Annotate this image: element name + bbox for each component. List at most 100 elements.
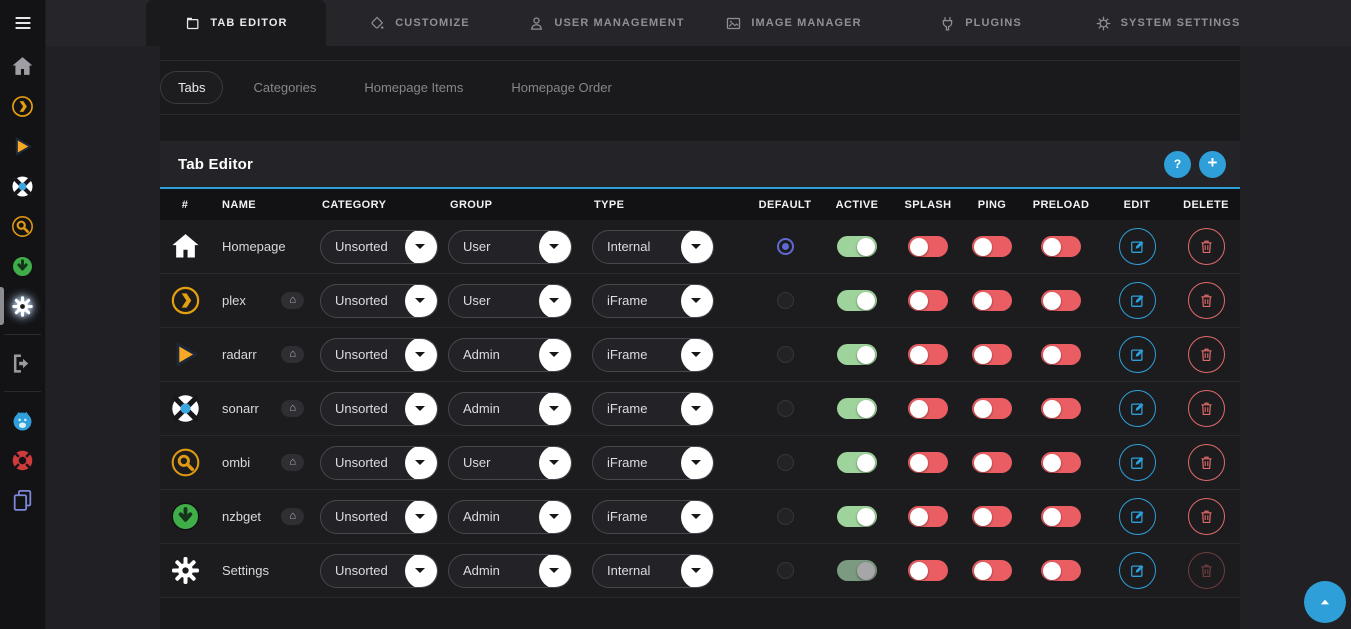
delete-button[interactable] [1188, 390, 1225, 427]
ping-toggle[interactable] [972, 344, 1012, 365]
edit-button[interactable] [1119, 390, 1156, 427]
group-select[interactable]: Admin [448, 392, 572, 426]
preload-toggle[interactable] [1041, 560, 1081, 581]
type-select[interactable]: Internal [592, 554, 714, 588]
delete-button[interactable] [1188, 282, 1225, 319]
column-header-num: # [160, 199, 210, 211]
category-select[interactable]: Unsorted [320, 446, 438, 480]
preload-toggle[interactable] [1041, 236, 1081, 257]
tab-image-manager[interactable]: IMAGE MANAGER [700, 0, 887, 46]
tab-customize[interactable]: CUSTOMIZE [326, 0, 513, 46]
scroll-top-button[interactable] [1304, 581, 1346, 623]
menu-button[interactable] [0, 0, 45, 46]
active-toggle[interactable] [837, 344, 877, 365]
splash-toggle[interactable] [908, 344, 948, 365]
subtab-homepage-items[interactable]: Homepage Items [346, 71, 481, 104]
sidebar-item-settings[interactable] [0, 286, 45, 326]
splash-toggle[interactable] [908, 236, 948, 257]
category-select[interactable]: Unsorted [320, 284, 438, 318]
edit-button[interactable] [1119, 228, 1156, 265]
help-button[interactable]: ? [1164, 151, 1191, 178]
preload-toggle[interactable] [1041, 344, 1081, 365]
preload-toggle[interactable] [1041, 452, 1081, 473]
ping-toggle[interactable] [972, 452, 1012, 473]
splash-toggle[interactable] [908, 290, 948, 311]
category-select[interactable]: Unsorted [320, 500, 438, 534]
sidebar-item-docs[interactable] [0, 480, 45, 520]
ping-toggle[interactable] [972, 236, 1012, 257]
edit-button[interactable] [1119, 282, 1156, 319]
type-select[interactable]: iFrame [592, 284, 714, 318]
splash-toggle[interactable] [908, 452, 948, 473]
category-select[interactable]: Unsorted [320, 392, 438, 426]
default-radio[interactable] [777, 508, 794, 525]
splash-toggle[interactable] [908, 398, 948, 419]
tab-user-management[interactable]: USER MANAGEMENT [513, 0, 700, 46]
sidebar-item-github[interactable] [0, 400, 45, 440]
delete-button[interactable] [1188, 228, 1225, 265]
active-toggle[interactable] [837, 398, 877, 419]
delete-button[interactable] [1188, 336, 1225, 373]
preload-toggle[interactable] [1041, 506, 1081, 527]
type-select[interactable]: iFrame [592, 446, 714, 480]
subtab-tabs[interactable]: Tabs [160, 71, 223, 104]
ping-toggle[interactable] [972, 290, 1012, 311]
type-select[interactable]: iFrame [592, 338, 714, 372]
caret-down-icon [539, 500, 572, 534]
group-select[interactable]: User [448, 446, 572, 480]
group-select[interactable]: Admin [448, 500, 572, 534]
group-select[interactable]: User [448, 284, 572, 318]
default-radio[interactable] [777, 292, 794, 309]
group-select[interactable]: User [448, 230, 572, 264]
tab-plugins[interactable]: PLUGINS [887, 0, 1074, 46]
delete-button[interactable] [1188, 498, 1225, 535]
splash-toggle[interactable] [908, 560, 948, 581]
edit-button[interactable] [1119, 444, 1156, 481]
sidebar-item-plex[interactable] [0, 86, 45, 126]
sidebar-item-ombi[interactable] [0, 206, 45, 246]
category-select[interactable]: Unsorted [320, 230, 438, 264]
caret-down-icon [539, 284, 572, 318]
preload-toggle[interactable] [1041, 290, 1081, 311]
edit-button[interactable] [1119, 336, 1156, 373]
default-radio[interactable] [777, 454, 794, 471]
add-tab-button[interactable]: + [1199, 151, 1226, 178]
subtab-homepage-order[interactable]: Homepage Order [493, 71, 629, 104]
group-select[interactable]: Admin [448, 554, 572, 588]
sidebar-item-nzbget[interactable] [0, 246, 45, 286]
group-select[interactable]: Admin [448, 338, 572, 372]
category-select[interactable]: Unsorted [320, 338, 438, 372]
sidebar-item-home[interactable] [0, 46, 45, 86]
tab-tab-editor[interactable]: TAB EDITOR [146, 0, 326, 46]
type-select[interactable]: iFrame [592, 392, 714, 426]
edit-button[interactable] [1119, 498, 1156, 535]
active-toggle[interactable] [837, 290, 877, 311]
nzbget-icon [169, 500, 202, 533]
active-toggle[interactable] [837, 506, 877, 527]
ping-toggle[interactable] [972, 506, 1012, 527]
sidebar [0, 0, 46, 629]
delete-button[interactable] [1188, 552, 1225, 589]
sidebar-item-support[interactable] [0, 440, 45, 480]
subtab-categories[interactable]: Categories [235, 71, 334, 104]
default-radio[interactable] [777, 400, 794, 417]
delete-button[interactable] [1188, 444, 1225, 481]
active-toggle[interactable] [837, 452, 877, 473]
active-toggle[interactable] [837, 560, 877, 581]
default-radio[interactable] [777, 346, 794, 363]
active-toggle[interactable] [837, 236, 877, 257]
edit-button[interactable] [1119, 552, 1156, 589]
sidebar-item-sonarr[interactable] [0, 166, 45, 206]
splash-toggle[interactable] [908, 506, 948, 527]
default-radio[interactable] [777, 562, 794, 579]
ping-toggle[interactable] [972, 560, 1012, 581]
tab-system-settings[interactable]: SYSTEM SETTINGS [1074, 0, 1261, 46]
sidebar-item-logout[interactable] [0, 343, 45, 383]
preload-toggle[interactable] [1041, 398, 1081, 419]
sidebar-item-radarr[interactable] [0, 126, 45, 166]
type-select[interactable]: iFrame [592, 500, 714, 534]
ping-toggle[interactable] [972, 398, 1012, 419]
category-select[interactable]: Unsorted [320, 554, 438, 588]
type-select[interactable]: Internal [592, 230, 714, 264]
default-radio[interactable] [777, 238, 794, 255]
